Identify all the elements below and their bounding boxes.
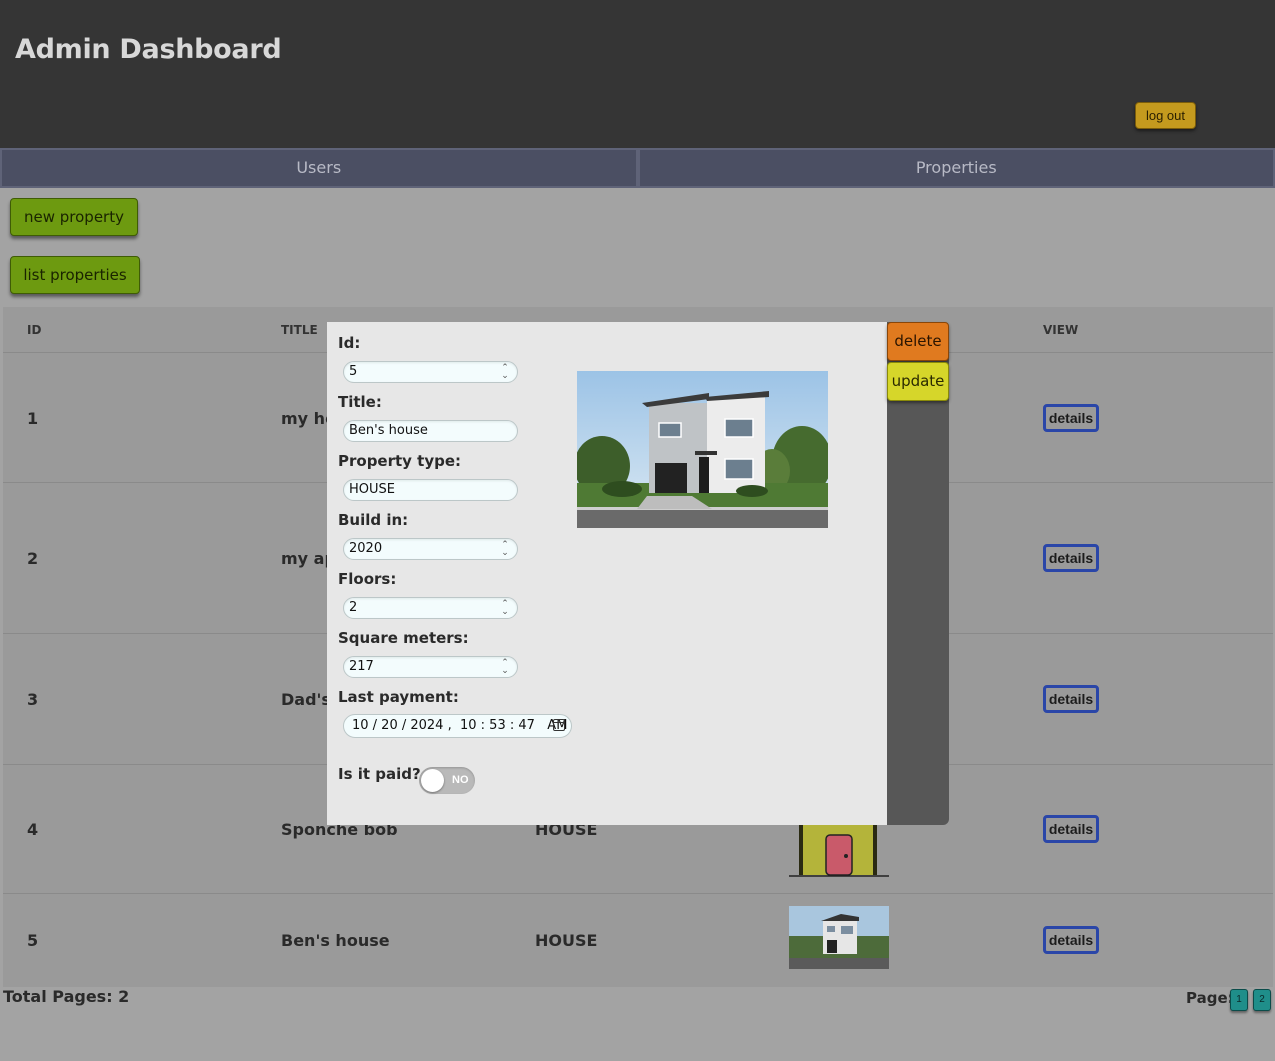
tab-properties[interactable]: Properties	[637, 148, 1275, 188]
total-pages: Total Pages: 2	[3, 987, 130, 1006]
spinner-icon[interactable]: ⌃ ⌄	[498, 600, 512, 617]
details-button[interactable]: details	[1043, 404, 1099, 432]
title-label: Title:	[338, 393, 382, 411]
spinner-icon[interactable]: ⌃ ⌄	[498, 659, 512, 676]
is-paid-label: Is it paid?	[338, 765, 421, 783]
floors-value: 2	[349, 600, 358, 615]
details-button[interactable]: details	[1043, 685, 1099, 713]
build-in-field[interactable]: 2020 ⌃ ⌄	[343, 538, 518, 560]
property-thumbnail	[789, 825, 889, 877]
title-value: Ben's house	[349, 423, 428, 438]
calendar-icon[interactable]	[553, 719, 565, 731]
spinner-icon[interactable]: ⌃ ⌄	[498, 541, 512, 558]
column-header-title: TITLE	[281, 323, 318, 337]
square-meters-label: Square meters:	[338, 629, 469, 647]
row-id: 5	[27, 931, 39, 950]
property-type-label: Property type:	[338, 452, 462, 470]
details-button[interactable]: details	[1043, 544, 1099, 572]
row-title: Ben's house	[281, 931, 390, 950]
page-label: Page:	[1186, 989, 1234, 1007]
id-value: 5	[349, 364, 358, 379]
toggle-knob	[421, 769, 444, 792]
square-meters-value: 217	[349, 659, 374, 674]
page-title: Admin Dashboard	[15, 34, 282, 65]
tab-bar: Users Properties	[0, 148, 1275, 188]
square-meters-field[interactable]: 217 ⌃ ⌄	[343, 656, 518, 678]
property-type-value: HOUSE	[349, 482, 395, 497]
last-payment-field[interactable]: 10 / 20 / 2024 , 10 : 53 : 47 AM	[343, 714, 572, 738]
floors-label: Floors:	[338, 570, 397, 588]
last-payment-label: Last payment:	[338, 688, 459, 706]
property-image	[577, 371, 828, 528]
last-payment-value: 10 / 20 / 2024 , 10 : 53 : 47 AM	[352, 718, 568, 733]
tab-users[interactable]: Users	[0, 148, 638, 188]
id-label: Id:	[338, 334, 361, 352]
table-row: 5 Ben's house HOUSE details	[3, 894, 1273, 987]
details-button[interactable]: details	[1043, 926, 1099, 954]
row-type: HOUSE	[535, 931, 598, 950]
title-field[interactable]: Ben's house	[343, 420, 518, 442]
row-id: 4	[27, 820, 39, 839]
row-id: 1	[27, 409, 39, 428]
row-id: 2	[27, 549, 39, 568]
details-button[interactable]: details	[1043, 815, 1099, 843]
id-field[interactable]: 5 ⌃ ⌄	[343, 361, 518, 383]
delete-button[interactable]: delete	[887, 322, 949, 361]
column-header-view: VIEW	[1043, 323, 1079, 337]
header: Admin Dashboard log out	[0, 0, 1275, 148]
build-in-value: 2020	[349, 541, 383, 556]
update-button[interactable]: update	[887, 362, 949, 401]
floors-field[interactable]: 2 ⌃ ⌄	[343, 597, 518, 619]
list-properties-button[interactable]: list properties	[10, 256, 140, 294]
build-in-label: Build in:	[338, 511, 409, 529]
row-id: 3	[27, 690, 39, 709]
page-button-1[interactable]: 1	[1230, 989, 1248, 1011]
logout-button[interactable]: log out	[1135, 102, 1196, 129]
toggle-state: NO	[452, 774, 469, 786]
column-header-id: ID	[27, 323, 42, 337]
property-type-field[interactable]: HOUSE	[343, 479, 518, 501]
spinner-icon[interactable]: ⌃ ⌄	[498, 364, 512, 381]
is-paid-toggle[interactable]: NO	[419, 767, 475, 794]
page-button-2[interactable]: 2	[1253, 989, 1271, 1011]
new-property-button[interactable]: new property	[10, 198, 138, 236]
property-thumbnail	[789, 906, 889, 969]
